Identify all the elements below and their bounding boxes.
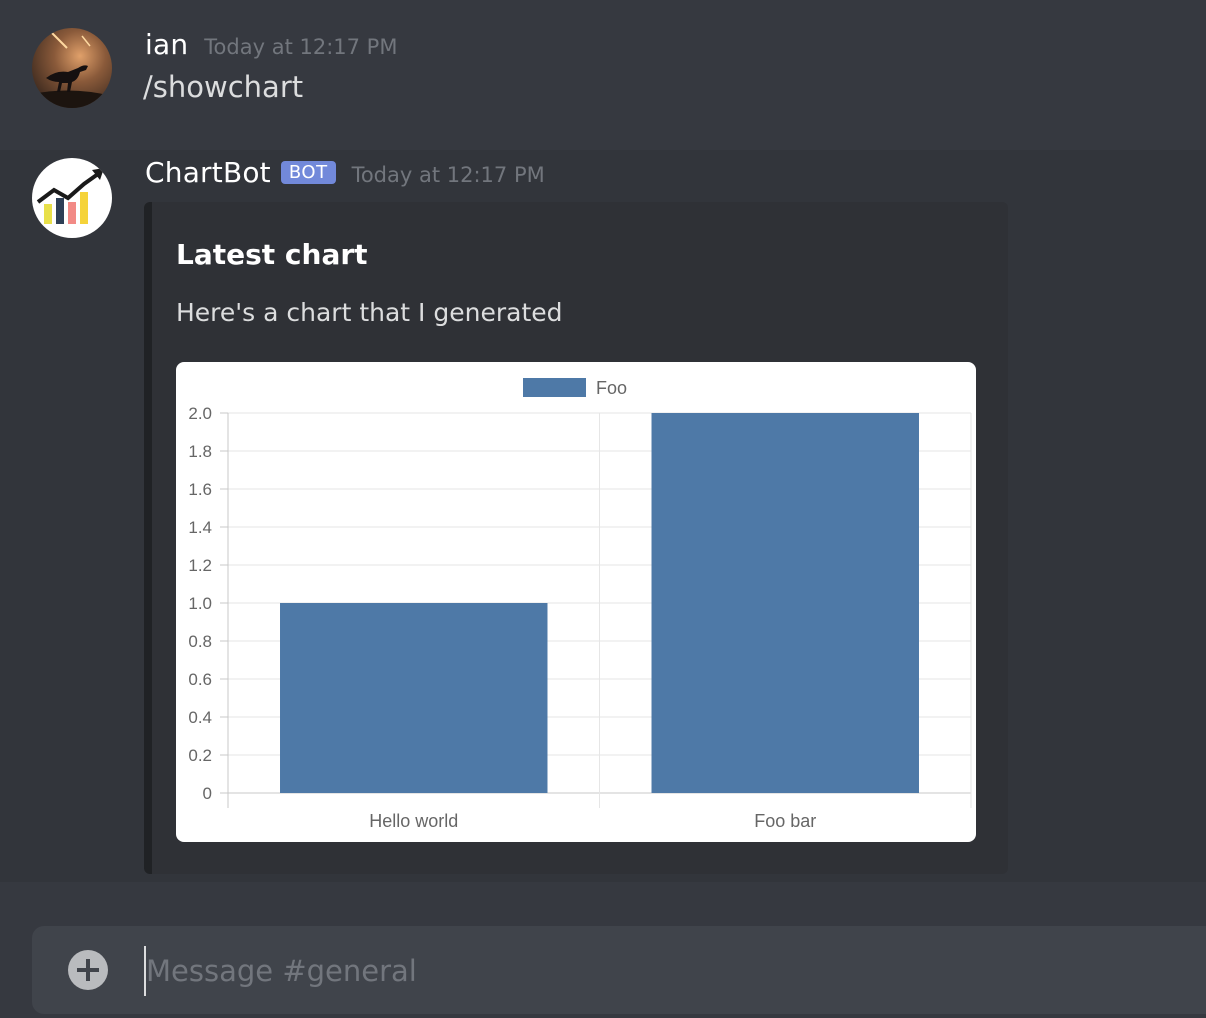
embed-description: Here's a chart that I generated bbox=[176, 298, 563, 327]
y-tick-label: 0.6 bbox=[188, 670, 212, 689]
message-ian: ian Today at 12:17 PM /showchart bbox=[0, 0, 1206, 140]
embed-title: Latest chart bbox=[176, 238, 368, 271]
message-chartbot: ChartBot BOT Today at 12:17 PM Latest ch… bbox=[0, 150, 1206, 882]
message-input[interactable] bbox=[144, 946, 1048, 996]
legend-label: Foo bbox=[596, 378, 627, 398]
bar bbox=[280, 603, 548, 793]
message-header: ian Today at 12:17 PM bbox=[145, 28, 397, 61]
message-content: /showchart bbox=[143, 70, 304, 104]
attach-button[interactable] bbox=[68, 950, 108, 990]
message-timestamp: Today at 12:17 PM bbox=[351, 163, 545, 187]
x-tick-label: Foo bar bbox=[754, 811, 816, 831]
message-header: ChartBot BOT Today at 12:17 PM bbox=[145, 156, 545, 189]
plus-circle-icon bbox=[77, 959, 99, 981]
embed-chart-image[interactable]: 0 0.2 0.4 0.6 0.8 1.0 1.2 1.4 1.6 1.8 2.0 Hello wor… bbox=[176, 362, 976, 842]
bot-avatar[interactable] bbox=[32, 158, 112, 238]
legend-swatch bbox=[523, 378, 586, 397]
y-tick-label: 0 bbox=[203, 784, 212, 803]
y-tick-label: 0.4 bbox=[188, 708, 212, 727]
message-composer bbox=[32, 926, 1206, 1014]
chart-logo-avatar-icon bbox=[32, 158, 112, 238]
username[interactable]: ian bbox=[145, 28, 188, 61]
y-tick-label: 1.8 bbox=[188, 442, 212, 461]
user-avatar[interactable] bbox=[32, 28, 112, 108]
message-embed: Latest chart Here's a chart that I gener… bbox=[144, 202, 1008, 874]
y-tick-label: 0.2 bbox=[188, 746, 212, 765]
y-tick-label: 0.8 bbox=[188, 632, 212, 651]
username[interactable]: ChartBot bbox=[145, 156, 271, 189]
y-tick-label: 1.0 bbox=[188, 594, 212, 613]
y-tick-label: 1.2 bbox=[188, 556, 212, 575]
message-timestamp: Today at 12:17 PM bbox=[204, 35, 398, 59]
bot-badge: BOT bbox=[280, 161, 336, 184]
chat-window: ian Today at 12:17 PM /showchart ChartBo… bbox=[0, 0, 1206, 1018]
y-tick-label: 1.6 bbox=[188, 480, 212, 499]
y-tick-label: 2.0 bbox=[188, 404, 212, 423]
dinosaur-avatar-icon bbox=[32, 28, 112, 108]
bar-chart: 0 0.2 0.4 0.6 0.8 1.0 1.2 1.4 1.6 1.8 2.0 Hello wor… bbox=[188, 378, 972, 831]
y-tick-label: 1.4 bbox=[188, 518, 212, 537]
x-tick-label: Hello world bbox=[369, 811, 458, 831]
bar bbox=[651, 413, 919, 793]
